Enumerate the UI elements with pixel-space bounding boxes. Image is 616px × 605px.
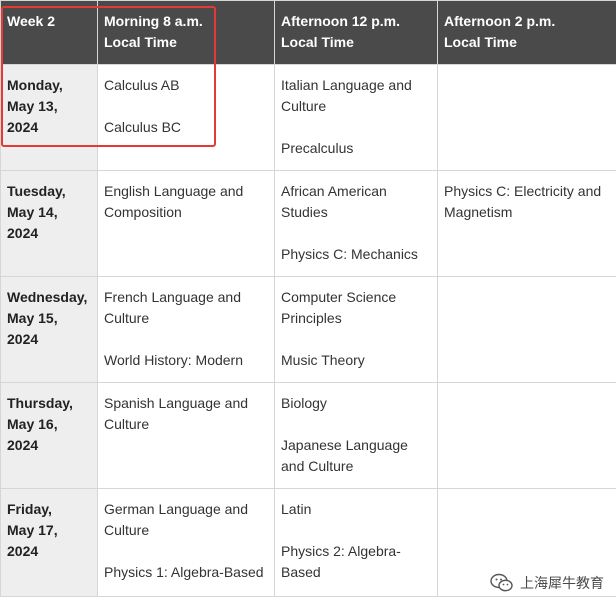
course-name: Calculus BC (104, 119, 182, 135)
course-name: Physics C: Mechanics (281, 246, 418, 262)
course-name: Spanish Language and Culture (104, 395, 249, 432)
header-afternoon: Afternoon 2 p.m. Local Time (437, 0, 616, 65)
course-name: Japanese Language and Culture (281, 437, 408, 474)
table-row: Tuesday, May 14, 2024 English Language and … (0, 170, 616, 277)
day-cell: Thursday, May 16, 2024 (0, 382, 98, 489)
wechat-icon (490, 573, 514, 593)
day-cell: Tuesday, May 14, 2024 (0, 170, 98, 277)
course-name: Computer Science Principles (281, 289, 397, 326)
watermark-text: 上海犀牛教育 (520, 576, 604, 592)
course-name: Calculus AB (104, 77, 180, 93)
header-morning: Morning 8 a.m. Local Time (97, 0, 275, 65)
noon-cell: African American Studies Physics C: Mecha… (274, 170, 438, 277)
course-name: English Language and Composition (104, 183, 244, 220)
afternoon-cell: Physics C: Electricity and Magnetism (437, 170, 616, 277)
morning-cell: Calculus AB Calculus BC (97, 64, 275, 171)
morning-cell: English Language and Composition (97, 170, 275, 277)
header-week: Week 2 (0, 0, 98, 65)
day-day: Thursday, (7, 395, 73, 411)
day-year: 2024 (7, 119, 39, 135)
day-year: 2024 (7, 543, 39, 559)
noon-cell: Biology Japanese Language and Culture (274, 382, 438, 489)
course-name: World History: Modern (104, 352, 244, 368)
day-year: 2024 (7, 331, 39, 347)
course-name: Italian Language and Culture (281, 77, 412, 114)
course-name: Physics 2: Algebra-Based (281, 543, 401, 580)
day-cell: Monday, May 13, 2024 (0, 64, 98, 171)
morning-cell: French Language and Culture World History… (97, 276, 275, 383)
afternoon-cell (437, 276, 616, 383)
table-row: Thursday, May 16, 2024 Spanish Language and… (0, 382, 616, 489)
day-date: May 17, (7, 522, 58, 538)
day-date: May 15, (7, 310, 58, 326)
day-cell: Wednesday, May 15, 2024 (0, 276, 98, 383)
table-row: Monday, May 13, 2024 Calculus AB Calculus BC… (0, 64, 616, 171)
noon-cell: Computer Science Principles Music Theory (274, 276, 438, 383)
table-header: Week 2 Morning 8 a.m. Local Time Afternoo… (0, 0, 616, 65)
course-name: Music Theory (281, 352, 365, 368)
noon-cell: Latin Physics 2: Algebra-Based (274, 488, 438, 597)
day-date: May 16, (7, 416, 58, 432)
day-cell: Friday, May 17, 2024 (0, 488, 98, 597)
day-day: Wednesday, (7, 289, 88, 305)
afternoon-cell (437, 64, 616, 171)
noon-cell: Italian Language and Culture Precalculus (274, 64, 438, 171)
day-year: 2024 (7, 225, 39, 241)
morning-cell: German Language and Culture Physics 1: Al… (97, 488, 275, 597)
course-name: Precalculus (281, 140, 354, 156)
course-name: African American Studies (281, 183, 387, 220)
table-row: Wednesday, May 15, 2024 French Language and… (0, 276, 616, 383)
morning-cell: Spanish Language and Culture (97, 382, 275, 489)
afternoon-cell (437, 382, 616, 489)
table-body: Monday, May 13, 2024 Calculus AB Calculus BC… (0, 64, 616, 597)
watermark: 上海犀牛教育 (490, 573, 604, 593)
course-name: French Language and Culture (104, 289, 241, 326)
day-day: Tuesday, (7, 183, 66, 199)
day-date: May 14, (7, 204, 58, 220)
course-name: Latin (281, 501, 312, 517)
header-noon: Afternoon 12 p.m. Local Time (274, 0, 438, 65)
exam-schedule-table: Week 2 Morning 8 a.m. Local Time Afternoo… (0, 0, 616, 597)
course-name: Physics C: Electricity and Magnetism (444, 183, 602, 220)
day-year: 2024 (7, 437, 39, 453)
day-date: May 13, (7, 98, 58, 114)
course-name: Biology (281, 395, 327, 411)
course-name: Physics 1: Algebra-Based (104, 564, 264, 580)
day-day: Monday, (7, 77, 63, 93)
day-day: Friday, (7, 501, 52, 517)
course-name: German Language and Culture (104, 501, 248, 538)
